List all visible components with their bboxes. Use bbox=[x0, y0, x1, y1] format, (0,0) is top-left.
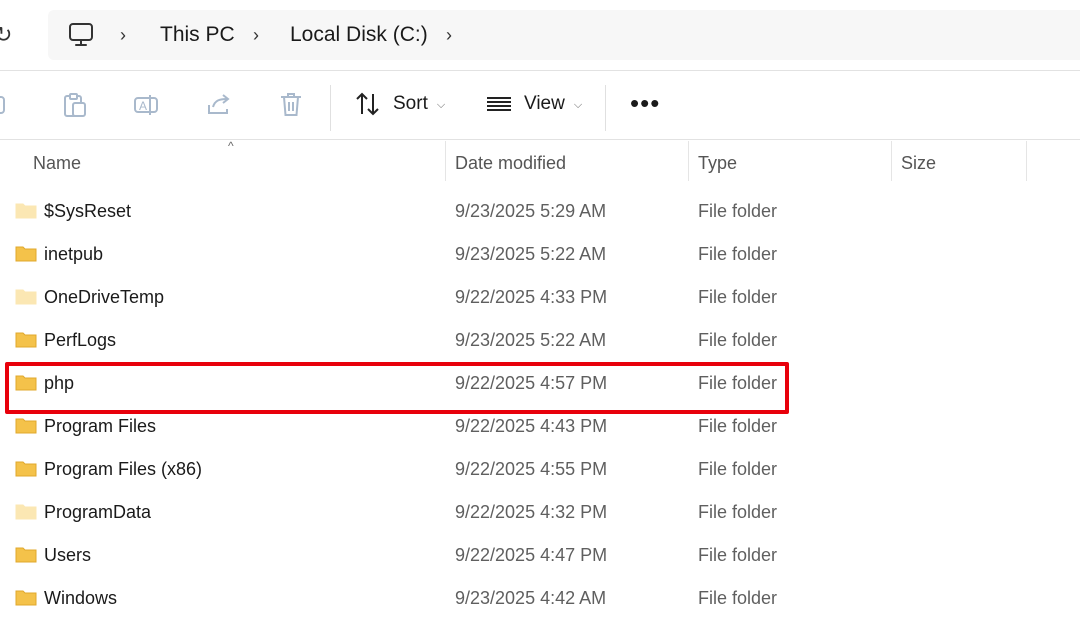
sort-button[interactable]: Sort ⌵ bbox=[355, 87, 445, 121]
column-resize-handle[interactable] bbox=[1026, 141, 1027, 181]
toolbar-separator bbox=[330, 85, 331, 131]
view-button[interactable]: View ⌵ bbox=[486, 87, 582, 121]
folder-icon bbox=[15, 246, 37, 262]
column-headers: ^ Name Date modified Type Size bbox=[0, 139, 1080, 185]
rename-icon[interactable]: A bbox=[133, 91, 161, 119]
file-row[interactable]: PerfLogs 9/23/2025 5:22 AM File folder bbox=[0, 319, 1080, 362]
column-header-name[interactable]: Name bbox=[33, 141, 81, 185]
file-row[interactable]: Program Files (x86) 9/22/2025 4:55 PM Fi… bbox=[0, 448, 1080, 491]
file-row[interactable]: Users 9/22/2025 4:47 PM File folder bbox=[0, 534, 1080, 577]
file-type: File folder bbox=[698, 588, 778, 608]
file-name: inetpub bbox=[44, 244, 104, 264]
file-type: File folder bbox=[698, 287, 778, 307]
toolbar-separator bbox=[605, 85, 606, 131]
paste-icon[interactable] bbox=[61, 91, 89, 119]
folder-icon bbox=[15, 418, 37, 434]
file-row[interactable]: Program Files 9/22/2025 4:43 PM File fol… bbox=[0, 405, 1080, 448]
divider bbox=[0, 139, 1080, 140]
file-row[interactable]: php 9/22/2025 4:57 PM File folder bbox=[0, 362, 1080, 405]
file-date: 9/23/2025 5:22 AM bbox=[455, 330, 607, 350]
svg-text:A: A bbox=[139, 99, 147, 113]
file-type: File folder bbox=[698, 201, 778, 221]
file-type: File folder bbox=[698, 545, 778, 565]
chevron-down-icon: ⌵ bbox=[573, 98, 583, 111]
chevron-right-icon[interactable]: › bbox=[120, 23, 126, 47]
monitor-icon[interactable] bbox=[68, 22, 94, 48]
file-row[interactable]: ProgramData 9/22/2025 4:32 PM File folde… bbox=[0, 491, 1080, 534]
file-name: Windows bbox=[44, 588, 118, 608]
file-type: File folder bbox=[698, 416, 778, 436]
chevron-right-icon[interactable]: › bbox=[446, 23, 452, 47]
file-date: 9/23/2025 4:42 AM bbox=[455, 588, 607, 608]
sort-icon bbox=[356, 92, 379, 116]
view-list-icon bbox=[487, 97, 511, 111]
file-type: File folder bbox=[698, 244, 778, 264]
column-header-type[interactable]: Type bbox=[698, 141, 737, 185]
file-date: 9/22/2025 4:55 PM bbox=[455, 459, 608, 479]
folder-icon bbox=[15, 590, 37, 606]
file-date: 9/22/2025 4:43 PM bbox=[455, 416, 608, 436]
file-name: php bbox=[44, 373, 75, 393]
more-options-button[interactable]: ••• bbox=[630, 90, 660, 116]
file-name: ProgramData bbox=[44, 502, 152, 522]
file-row[interactable]: inetpub 9/23/2025 5:22 AM File folder bbox=[0, 233, 1080, 276]
refresh-icon[interactable]: ↻ bbox=[0, 20, 18, 50]
delete-icon[interactable] bbox=[277, 91, 305, 119]
folder-icon bbox=[15, 203, 37, 219]
file-date: 9/22/2025 4:57 PM bbox=[455, 373, 608, 393]
file-type: File folder bbox=[698, 373, 778, 393]
file-type: File folder bbox=[698, 330, 778, 350]
file-date: 9/23/2025 5:22 AM bbox=[455, 244, 607, 264]
folder-icon bbox=[15, 547, 37, 563]
folder-icon bbox=[15, 289, 37, 305]
file-date: 9/22/2025 4:33 PM bbox=[455, 287, 608, 307]
chevron-down-icon: ⌵ bbox=[436, 98, 446, 111]
file-row[interactable]: OneDriveTemp 9/22/2025 4:33 PM File fold… bbox=[0, 276, 1080, 319]
folder-icon bbox=[15, 461, 37, 477]
file-date: 9/23/2025 5:29 AM bbox=[455, 201, 607, 221]
address-bar[interactable]: › This PC › Local Disk (C:) › bbox=[48, 10, 1080, 60]
address-bar-area: ↻ › This PC › Local Disk (C:) › bbox=[0, 0, 1080, 70]
folder-icon bbox=[15, 504, 37, 520]
folder-icon bbox=[15, 375, 37, 391]
column-resize-handle[interactable] bbox=[445, 141, 446, 181]
file-date: 9/22/2025 4:47 PM bbox=[455, 545, 608, 565]
column-header-date-modified[interactable]: Date modified bbox=[455, 141, 566, 185]
file-name: PerfLogs bbox=[44, 330, 117, 350]
sort-label: Sort bbox=[393, 93, 428, 114]
breadcrumb-local-disk[interactable]: Local Disk (C:) bbox=[290, 22, 428, 48]
column-resize-handle[interactable] bbox=[891, 141, 892, 181]
file-name: $SysReset bbox=[44, 201, 132, 221]
command-bar: A Sort ⌵ View ⌵ ••• bbox=[0, 71, 1080, 139]
folder-icon bbox=[15, 332, 37, 348]
view-label: View bbox=[524, 93, 565, 114]
breadcrumb-this-pc[interactable]: This PC bbox=[160, 22, 235, 48]
file-name: OneDriveTemp bbox=[44, 287, 165, 307]
sort-ascending-icon: ^ bbox=[228, 139, 234, 153]
chevron-right-icon[interactable]: › bbox=[253, 23, 259, 47]
file-row[interactable]: $SysReset 9/23/2025 5:29 AM File folder bbox=[0, 190, 1080, 233]
copy-icon[interactable] bbox=[0, 91, 14, 119]
share-icon[interactable] bbox=[205, 91, 233, 119]
file-name: Program Files bbox=[44, 416, 157, 436]
column-resize-handle[interactable] bbox=[688, 141, 689, 181]
file-date: 9/22/2025 4:32 PM bbox=[455, 502, 608, 522]
file-name: Program Files (x86) bbox=[44, 459, 203, 479]
file-name: Users bbox=[44, 545, 92, 565]
file-type: File folder bbox=[698, 459, 778, 479]
column-header-size[interactable]: Size bbox=[901, 141, 936, 185]
file-row[interactable]: Windows 9/23/2025 4:42 AM File folder bbox=[0, 577, 1080, 620]
file-type: File folder bbox=[698, 502, 778, 522]
